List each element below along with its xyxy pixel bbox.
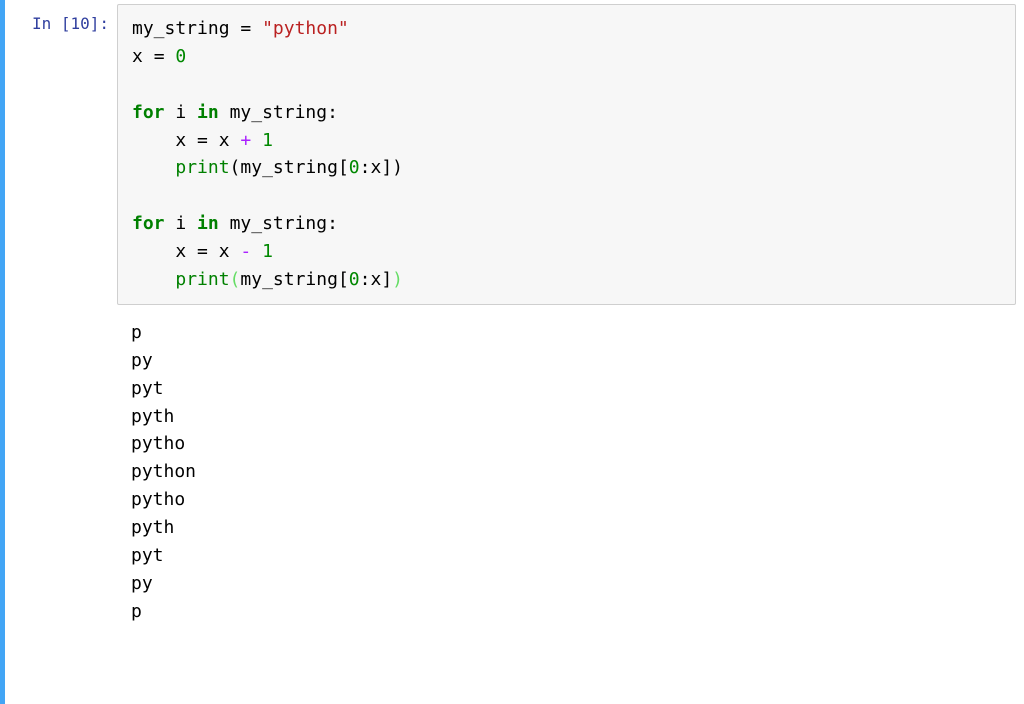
code-token: = [197, 130, 208, 151]
code-token: for [132, 102, 165, 123]
code-token: x [370, 157, 381, 178]
code-token: : [360, 157, 371, 178]
code-token: 0 [349, 269, 360, 290]
code-token: 1 [262, 241, 273, 262]
code-token: my_string [132, 18, 230, 39]
code-token [165, 102, 176, 123]
code-token: x [175, 241, 186, 262]
code-token [165, 46, 176, 67]
cell-output: ppypytpythpythopythonpythopythpytpyp [117, 305, 1016, 626]
code-token: my_string [240, 269, 338, 290]
output-line: p [131, 319, 1002, 347]
code-token: : [327, 213, 338, 234]
notebook-cell: In [10]: my_string = "python" x = 0 for … [0, 0, 1024, 704]
code-token: i [175, 213, 186, 234]
code-token: my_string [240, 157, 338, 178]
code-token: for [132, 213, 165, 234]
output-line: p [131, 598, 1002, 626]
code-token: ] [381, 269, 392, 290]
code-token: x [132, 46, 143, 67]
code-token: : [360, 269, 371, 290]
code-token: print [175, 269, 229, 290]
output-line: pytho [131, 486, 1002, 514]
cell-body: my_string = "python" x = 0 for i in my_s… [117, 4, 1016, 696]
code-token: ] [381, 157, 392, 178]
code-token: "python" [262, 18, 349, 39]
code-token: print [175, 157, 229, 178]
code-token: [ [338, 157, 349, 178]
code-token: in [197, 213, 219, 234]
code-token: ( [230, 269, 241, 290]
output-line: python [131, 458, 1002, 486]
code-token: in [197, 102, 219, 123]
code-input[interactable]: my_string = "python" x = 0 for i in my_s… [117, 4, 1016, 305]
code-token: [ [338, 269, 349, 290]
output-line: py [131, 347, 1002, 375]
code-token [230, 241, 241, 262]
code-token: + [240, 130, 251, 151]
code-token: - [240, 241, 251, 262]
code-token [143, 46, 154, 67]
output-line: pyth [131, 403, 1002, 431]
code-token: 0 [175, 46, 186, 67]
code-token: 1 [262, 130, 273, 151]
code-token: = [240, 18, 251, 39]
output-line: pyt [131, 375, 1002, 403]
code-token: x [370, 269, 381, 290]
code-token: my_string [230, 102, 328, 123]
code-token [230, 18, 241, 39]
code-token [186, 213, 197, 234]
code-token: x [219, 130, 230, 151]
code-token [251, 130, 262, 151]
code-token: 0 [349, 157, 360, 178]
code-token [186, 102, 197, 123]
code-token [219, 213, 230, 234]
code-token [208, 241, 219, 262]
input-prompt: In [10]: [9, 4, 117, 696]
output-line: py [131, 570, 1002, 598]
code-token: = [197, 241, 208, 262]
code-token [251, 241, 262, 262]
code-token [208, 130, 219, 151]
code-token: : [327, 102, 338, 123]
code-token: x [175, 130, 186, 151]
code-token: ) [392, 157, 403, 178]
code-token [251, 18, 262, 39]
code-token: ( [230, 157, 241, 178]
code-token: ) [392, 269, 403, 290]
code-token [165, 213, 176, 234]
code-token [186, 241, 197, 262]
output-line: pytho [131, 430, 1002, 458]
code-token [230, 130, 241, 151]
code-token: my_string [230, 213, 328, 234]
code-token: = [154, 46, 165, 67]
code-token: x [219, 241, 230, 262]
output-line: pyth [131, 514, 1002, 542]
code-token [219, 102, 230, 123]
output-line: pyt [131, 542, 1002, 570]
code-token [186, 130, 197, 151]
code-token: i [175, 102, 186, 123]
